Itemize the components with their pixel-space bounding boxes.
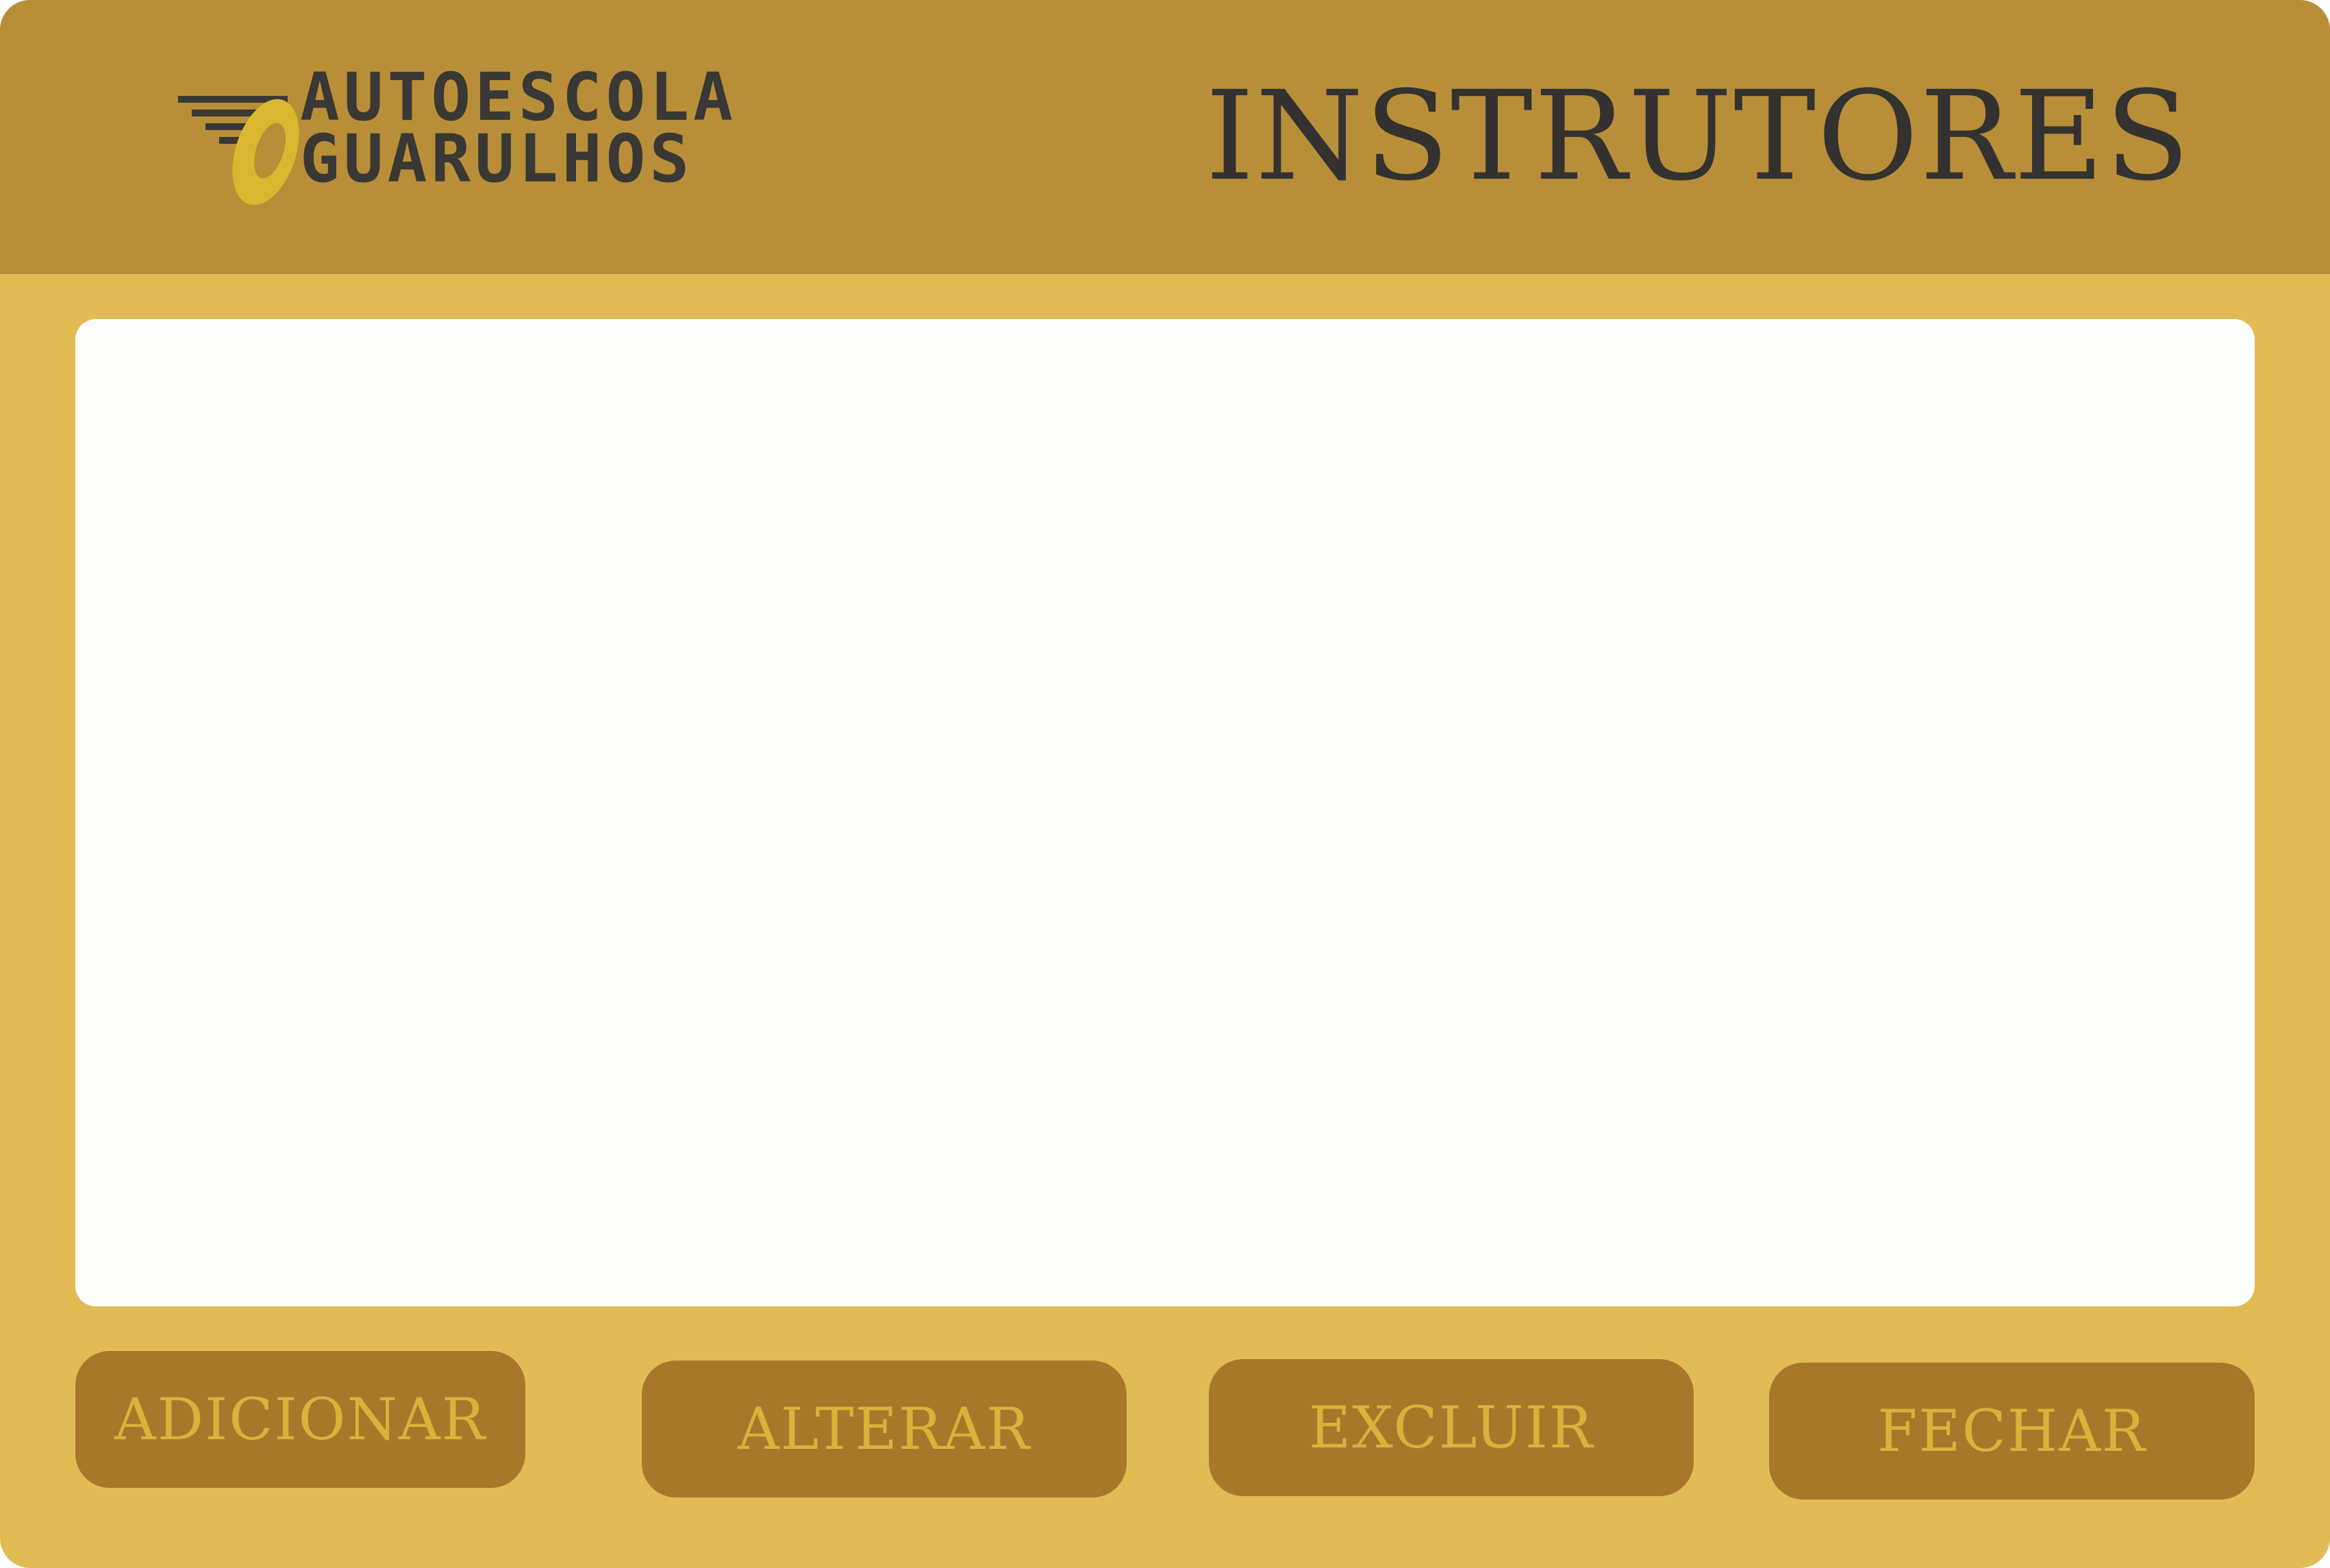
edit-button[interactable]: ALTERAR <box>642 1361 1127 1497</box>
add-button[interactable]: ADICIONAR <box>75 1351 525 1488</box>
delete-button[interactable]: EXCLUIR <box>1209 1359 1694 1496</box>
logo-text-line2: GUARULHOS <box>300 121 694 197</box>
logo-emblem-icon <box>178 96 299 205</box>
page-title: INSTRUTORES <box>1205 65 2192 208</box>
close-button[interactable]: FECHAR <box>1769 1363 2255 1500</box>
autoescola-logo: AUTOESCOLA GUARULHOS <box>177 60 820 211</box>
window: AUTOESCOLA GUARULHOS INSTRUTORES ADICION… <box>0 0 2330 1568</box>
header-bar: AUTOESCOLA GUARULHOS INSTRUTORES <box>0 0 2330 274</box>
instructors-list-panel[interactable] <box>75 319 2255 1306</box>
